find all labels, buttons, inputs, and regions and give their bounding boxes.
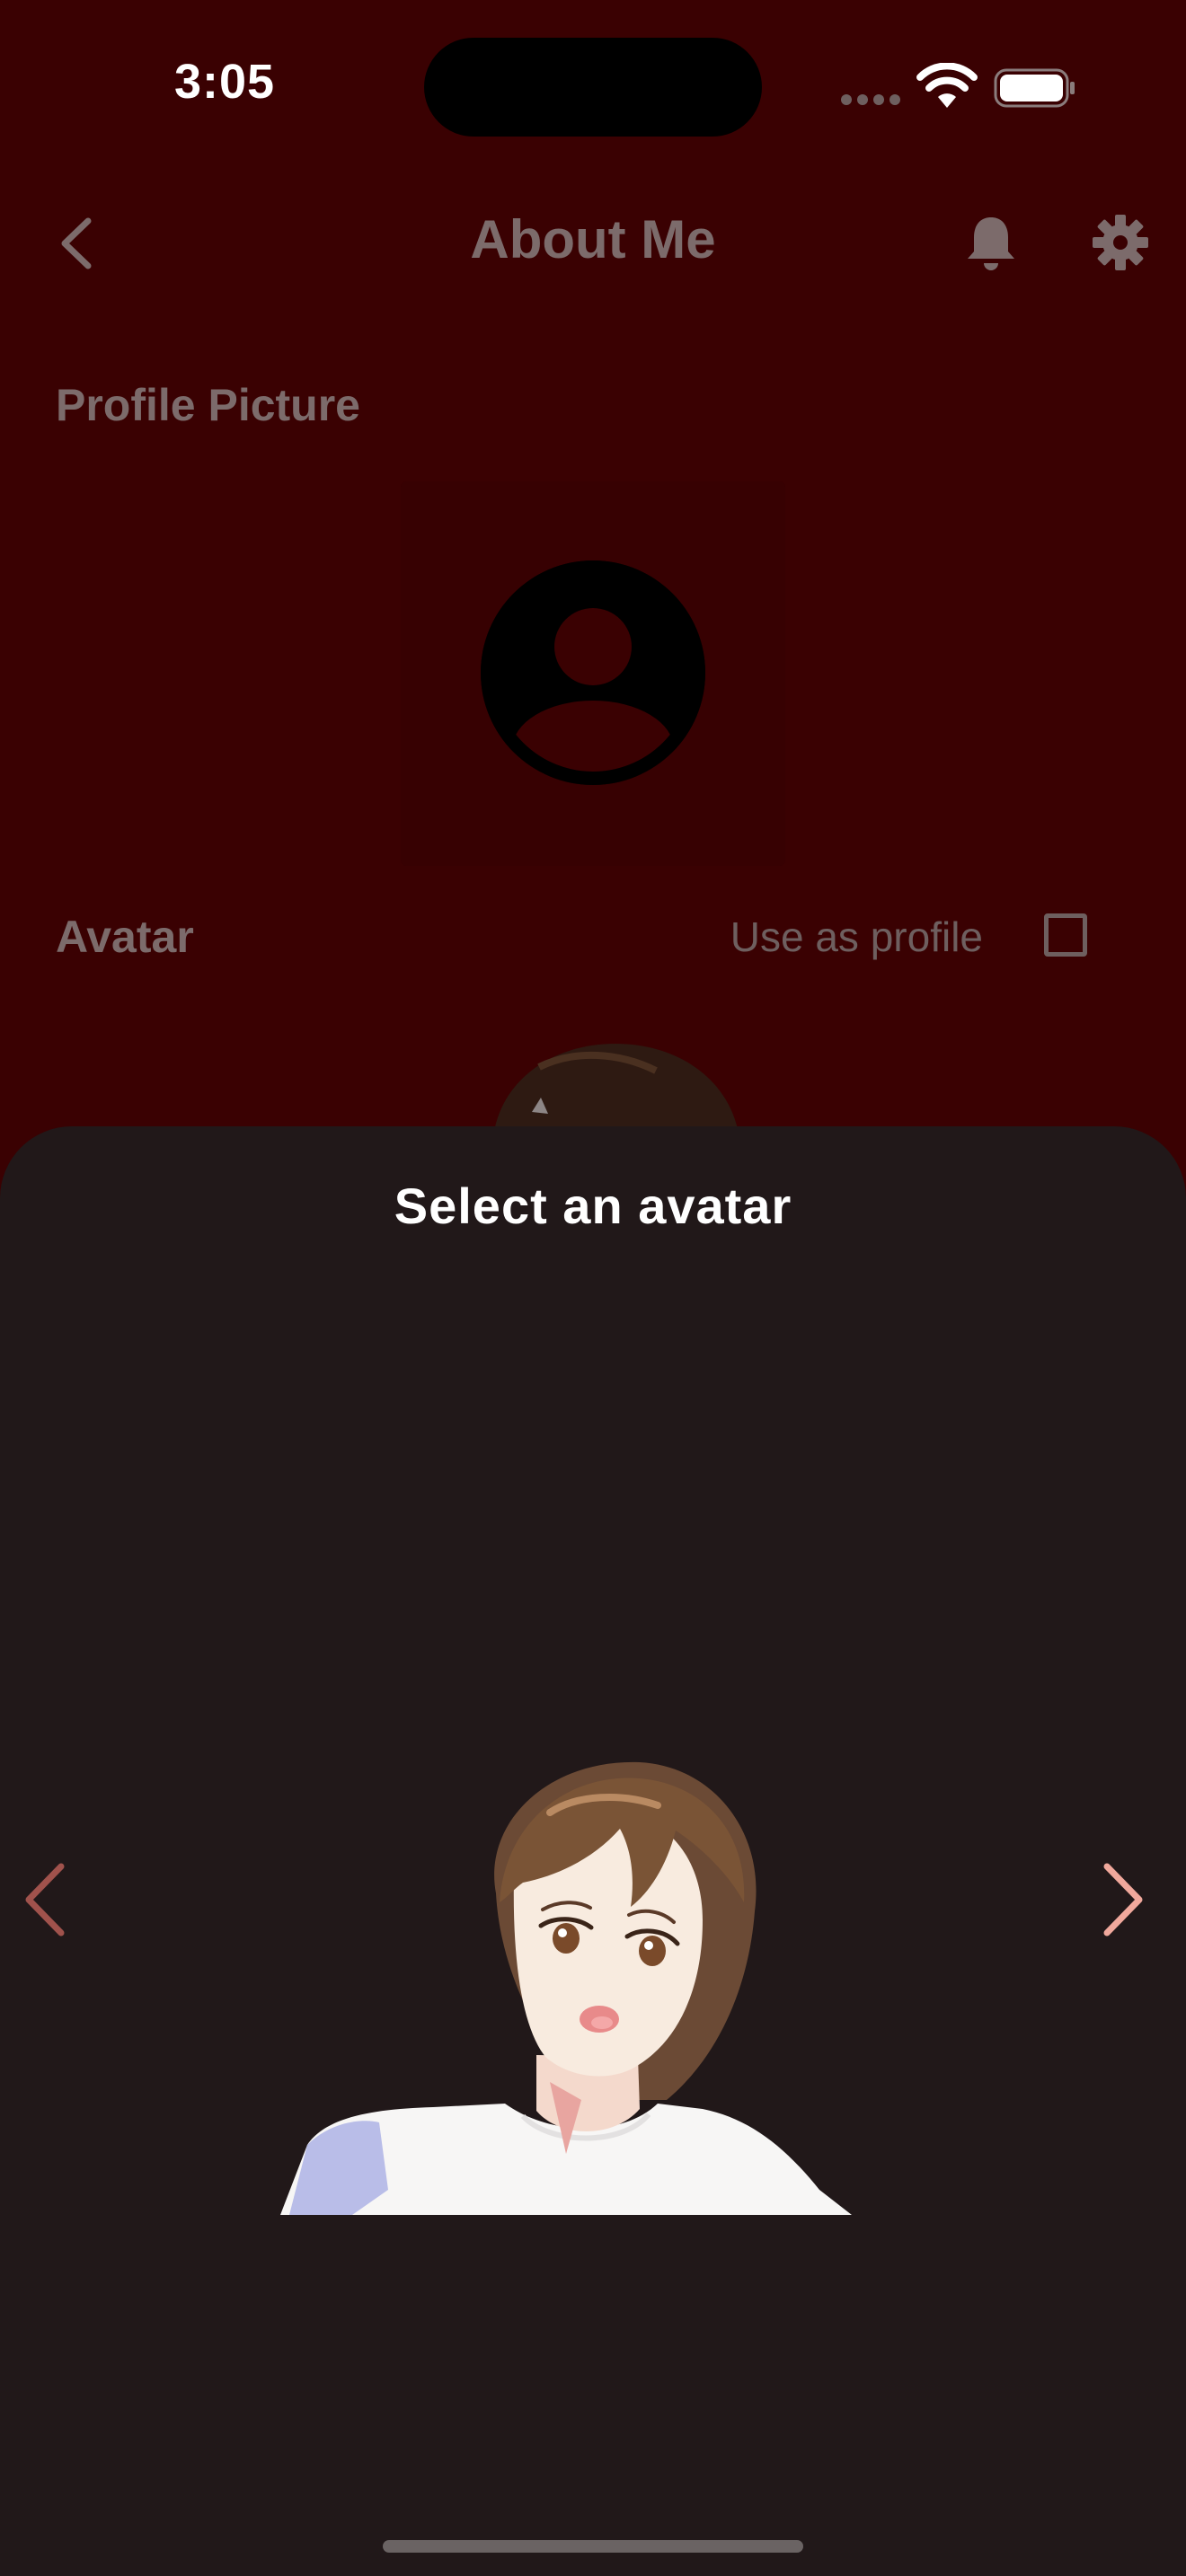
back-button[interactable] (52, 216, 102, 271)
avatar-selection-sheet: Select an avatar (0, 1126, 1186, 2576)
bell-icon (968, 217, 1014, 270)
avatar-preview (280, 1761, 852, 2215)
status-time: 3:05 (173, 55, 276, 109)
next-avatar-button[interactable] (1098, 1861, 1148, 1938)
profile-picture-heading: Profile Picture (56, 380, 360, 430)
use-as-profile-checkbox[interactable] (1044, 913, 1087, 957)
home-indicator (383, 2540, 803, 2553)
chevron-left-icon (25, 1863, 65, 1936)
wifi-icon (916, 63, 978, 108)
sheet-title: Select an avatar (394, 1178, 792, 1234)
chevron-left-icon (61, 217, 92, 269)
account-circle-icon (481, 560, 705, 785)
dynamic-island (424, 38, 762, 137)
chevron-right-icon (1103, 1863, 1143, 1936)
avatar-heading: Avatar (56, 912, 194, 962)
settings-button[interactable] (1092, 214, 1149, 271)
gear-icon (1093, 215, 1148, 270)
use-as-profile-label: Use as profile (730, 913, 983, 960)
battery-icon (994, 68, 1075, 108)
notifications-button[interactable] (964, 212, 1018, 273)
about-me-screen: 3:05 About Me Profile Picture Avatar Use… (0, 0, 1186, 2576)
page-title: About Me (470, 209, 716, 269)
previous-avatar-button[interactable] (20, 1861, 70, 1938)
signal-dots-icon (841, 94, 900, 105)
